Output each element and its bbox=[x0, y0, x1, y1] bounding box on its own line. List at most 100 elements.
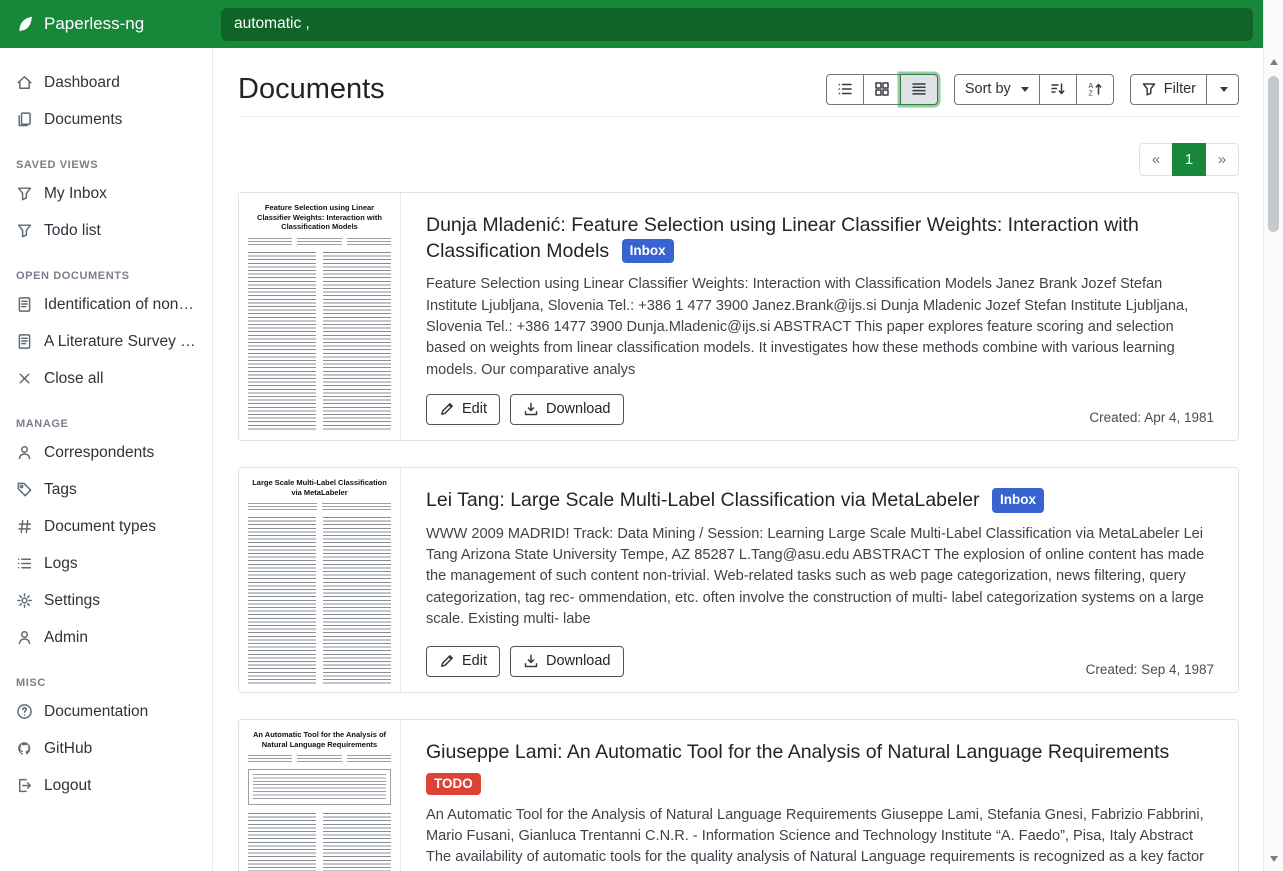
funnel-icon bbox=[16, 185, 33, 202]
sidebar-item-close-all[interactable]: Close all bbox=[0, 360, 212, 397]
top-navbar: Paperless-ng bbox=[0, 0, 1263, 48]
section-manage: MANAGE bbox=[0, 412, 212, 434]
sidebar-item-documents[interactable]: Documents bbox=[0, 101, 212, 138]
download-button[interactable]: Download bbox=[510, 646, 624, 677]
card-view-button[interactable] bbox=[900, 74, 938, 105]
created-date: Created: Apr 4, 1981 bbox=[1089, 410, 1214, 425]
caret-down-icon bbox=[1021, 87, 1029, 92]
edit-button[interactable]: Edit bbox=[426, 394, 500, 425]
question-circle-icon bbox=[16, 703, 33, 720]
gear-icon bbox=[16, 592, 33, 609]
created-date: Created: Sep 4, 1987 bbox=[1086, 662, 1214, 677]
document-excerpt: Feature Selection using Linear Classifie… bbox=[426, 274, 1214, 380]
search-input[interactable] bbox=[221, 8, 1253, 41]
sort-group: Sort by AZ bbox=[954, 74, 1114, 105]
download-icon bbox=[523, 653, 539, 669]
sort-direction-button[interactable] bbox=[1039, 74, 1077, 105]
grid-view-button[interactable] bbox=[863, 74, 901, 105]
scrollbar bbox=[1263, 0, 1283, 871]
filter-dropdown-toggle[interactable] bbox=[1206, 74, 1239, 105]
brand-label: Paperless-ng bbox=[44, 14, 144, 34]
document-title[interactable]: Lei Tang: Large Scale Multi-Label Classi… bbox=[426, 489, 980, 511]
sidebar-item-tags[interactable]: Tags bbox=[0, 471, 212, 508]
document-list: Feature Selection using Linear Classifie… bbox=[238, 192, 1239, 871]
scrollbar-down-arrow[interactable] bbox=[1264, 851, 1283, 867]
tag-badge[interactable]: Inbox bbox=[622, 239, 674, 264]
document-excerpt: WWW 2009 MADRID! Track: Data Mining / Se… bbox=[426, 524, 1214, 630]
svg-text:Z: Z bbox=[1088, 91, 1093, 98]
sidebar-item-my-inbox[interactable]: My Inbox bbox=[0, 175, 212, 212]
document-title[interactable]: Giuseppe Lami: An Automatic Tool for the… bbox=[426, 741, 1169, 763]
content-header: Documents Sort by bbox=[238, 72, 1239, 117]
tag-badge[interactable]: Inbox bbox=[992, 488, 1044, 513]
list-view-icon bbox=[837, 81, 853, 97]
document-thumbnail[interactable]: Large Scale Multi-Label Classification v… bbox=[239, 468, 401, 692]
sidebar-item-github[interactable]: GitHub bbox=[0, 730, 212, 767]
document-thumbnail[interactable]: Feature Selection using Linear Classifie… bbox=[239, 193, 401, 440]
tag-icon bbox=[16, 481, 33, 498]
filter-group: Filter bbox=[1130, 74, 1239, 105]
grid-view-icon bbox=[874, 81, 890, 97]
document-card: An Automatic Tool for the Analysis of Na… bbox=[238, 719, 1239, 871]
svg-text:A: A bbox=[1088, 83, 1093, 90]
list-icon bbox=[16, 555, 33, 572]
pagination-next[interactable]: » bbox=[1205, 143, 1239, 176]
sidebar-item-documentation[interactable]: Documentation bbox=[0, 693, 212, 730]
sidebar-item-logs[interactable]: Logs bbox=[0, 545, 212, 582]
sidebar-item-todo-list[interactable]: Todo list bbox=[0, 212, 212, 249]
sidebar-item-logout[interactable]: Logout bbox=[0, 767, 212, 804]
funnel-icon bbox=[1141, 81, 1157, 97]
section-open-documents: OPEN DOCUMENTS bbox=[0, 264, 212, 286]
document-excerpt: An Automatic Tool for the Analysis of Na… bbox=[426, 805, 1214, 871]
close-icon bbox=[16, 370, 33, 387]
sort-alpha-button[interactable]: AZ bbox=[1076, 74, 1114, 105]
filter-button[interactable]: Filter bbox=[1130, 74, 1207, 105]
sidebar-item-settings[interactable]: Settings bbox=[0, 582, 212, 619]
list-view-button[interactable] bbox=[826, 74, 864, 105]
section-saved-views: SAVED VIEWS bbox=[0, 153, 212, 175]
person-icon bbox=[16, 444, 33, 461]
funnel-icon bbox=[16, 222, 33, 239]
document-card: Large Scale Multi-Label Classification v… bbox=[238, 467, 1239, 693]
app-brand[interactable]: Paperless-ng bbox=[0, 14, 213, 34]
file-text-icon bbox=[16, 296, 33, 313]
leaf-icon bbox=[15, 14, 35, 34]
scrollbar-up-arrow[interactable] bbox=[1264, 54, 1283, 70]
sidebar-item-correspondents[interactable]: Correspondents bbox=[0, 434, 212, 471]
sidebar-item-dashboard[interactable]: Dashboard bbox=[0, 64, 212, 101]
files-icon bbox=[16, 111, 33, 128]
view-toggle-group bbox=[826, 74, 938, 105]
sort-by-dropdown[interactable]: Sort by bbox=[954, 74, 1040, 105]
pencil-icon bbox=[439, 653, 455, 669]
sidebar-item-document-types[interactable]: Document types bbox=[0, 508, 212, 545]
scrollbar-thumb[interactable] bbox=[1268, 76, 1279, 232]
page-title: Documents bbox=[238, 72, 385, 107]
sidebar-item-admin[interactable]: Admin bbox=[0, 619, 212, 656]
card-view-icon bbox=[911, 81, 927, 97]
sort-down-icon bbox=[1050, 81, 1066, 97]
pagination-prev[interactable]: « bbox=[1139, 143, 1173, 176]
file-text-icon bbox=[16, 333, 33, 350]
download-button[interactable]: Download bbox=[510, 394, 624, 425]
sort-alpha-icon: AZ bbox=[1087, 81, 1103, 97]
sidebar-item-open-doc-1[interactable]: Identification of non-fu... bbox=[0, 286, 212, 323]
house-icon bbox=[16, 74, 33, 91]
main-content: Documents Sort by bbox=[213, 48, 1263, 871]
admin-person-icon bbox=[16, 629, 33, 646]
document-thumbnail[interactable]: An Automatic Tool for the Analysis of Na… bbox=[239, 720, 401, 871]
tag-badge[interactable]: TODO bbox=[426, 773, 481, 795]
sidebar-item-open-doc-2[interactable]: A Literature Survey on ... bbox=[0, 323, 212, 360]
caret-down-icon bbox=[1220, 87, 1228, 92]
download-icon bbox=[523, 401, 539, 417]
edit-button[interactable]: Edit bbox=[426, 646, 500, 677]
sidebar: Dashboard Documents SAVED VIEWS My Inbox… bbox=[0, 48, 213, 871]
pencil-icon bbox=[439, 401, 455, 417]
hash-icon bbox=[16, 518, 33, 535]
pagination-page-1[interactable]: 1 bbox=[1172, 143, 1206, 176]
logout-icon bbox=[16, 777, 33, 794]
document-card: Feature Selection using Linear Classifie… bbox=[238, 192, 1239, 441]
pagination: « 1 » bbox=[238, 143, 1239, 176]
section-misc: MISC bbox=[0, 671, 212, 693]
github-icon bbox=[16, 740, 33, 757]
document-title[interactable]: Dunja Mladenić: Feature Selection using … bbox=[426, 214, 1139, 262]
